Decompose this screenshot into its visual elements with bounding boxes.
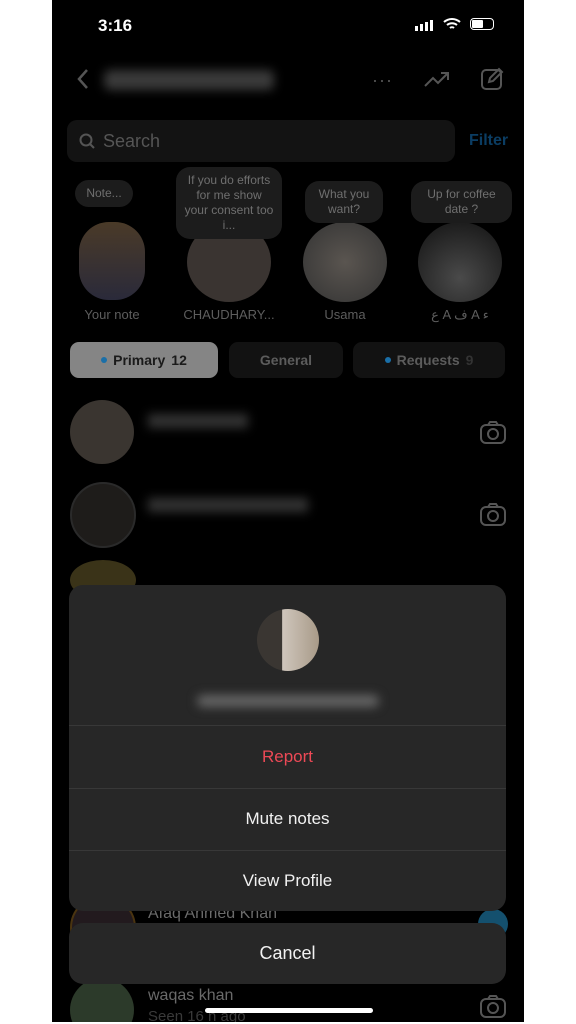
tab-label: Requests [396,352,460,368]
tab-label: Primary [113,352,166,368]
camera-icon[interactable] [480,502,506,526]
back-chevron-icon[interactable] [76,68,90,90]
tab-count: 9 [465,352,474,368]
report-button[interactable]: Report [69,726,506,788]
avatar [70,482,136,548]
battery-icon [470,18,494,30]
note-bubble[interactable]: Up for coffee date ? [411,181,512,223]
cancel-button[interactable]: Cancel [69,923,506,984]
tab-count: 12 [171,352,187,368]
note-avatar[interactable] [418,222,502,302]
note-label: ع A ف A ء [431,307,489,322]
tab-primary[interactable]: Primary 12 [70,342,218,378]
trending-icon[interactable] [424,70,450,88]
username-blurred [197,695,379,707]
note-bubble[interactable]: Note... [75,180,133,207]
mute-notes-button[interactable]: Mute notes [69,788,506,850]
avatar [70,978,134,1022]
chat-row[interactable] [68,400,508,466]
note-avatar[interactable] [303,222,387,302]
note-label: CHAUDHARY... [183,307,275,322]
camera-icon[interactable] [480,420,506,444]
chat-row[interactable] [68,482,508,548]
phone-screen: 3:16 ··· Search Filter Note... Your note… [52,0,524,1022]
unread-dot [101,357,108,363]
note-label: Your note [84,307,140,322]
note-bubble[interactable]: What you want? [305,181,383,223]
chat-row[interactable]: waqas khan Seen 16 h ago [68,978,508,1022]
profile-avatar [257,609,319,671]
home-indicator[interactable] [205,1008,373,1013]
action-sheet: Report Mute notes View Profile [69,585,506,911]
wifi-icon [443,18,461,29]
compose-icon[interactable] [480,67,504,91]
chat-name-blurred [148,498,308,512]
tab-requests[interactable]: Requests 9 [353,342,505,378]
camera-icon[interactable] [480,994,506,1018]
status-time: 3:16 [98,16,133,35]
note-avatar-self[interactable] [79,222,145,300]
signal-icon [415,20,433,31]
view-profile-button[interactable]: View Profile [69,850,506,912]
chat-name: waqas khan [148,987,234,1004]
unread-dot [384,357,391,363]
search-placeholder: Search [103,130,161,151]
more-icon[interactable]: ··· [372,70,393,91]
note-label: Usama [324,307,366,322]
tab-label: General [259,352,313,368]
avatar [70,400,134,464]
search-input[interactable]: Search [67,120,455,162]
chat-name-blurred [148,414,248,428]
search-icon [79,133,95,149]
filter-button[interactable]: Filter [469,132,508,150]
note-bubble[interactable]: If you do efforts for me show your conse… [176,167,282,239]
username-blurred[interactable] [104,70,274,90]
tab-general[interactable]: General [229,342,343,378]
